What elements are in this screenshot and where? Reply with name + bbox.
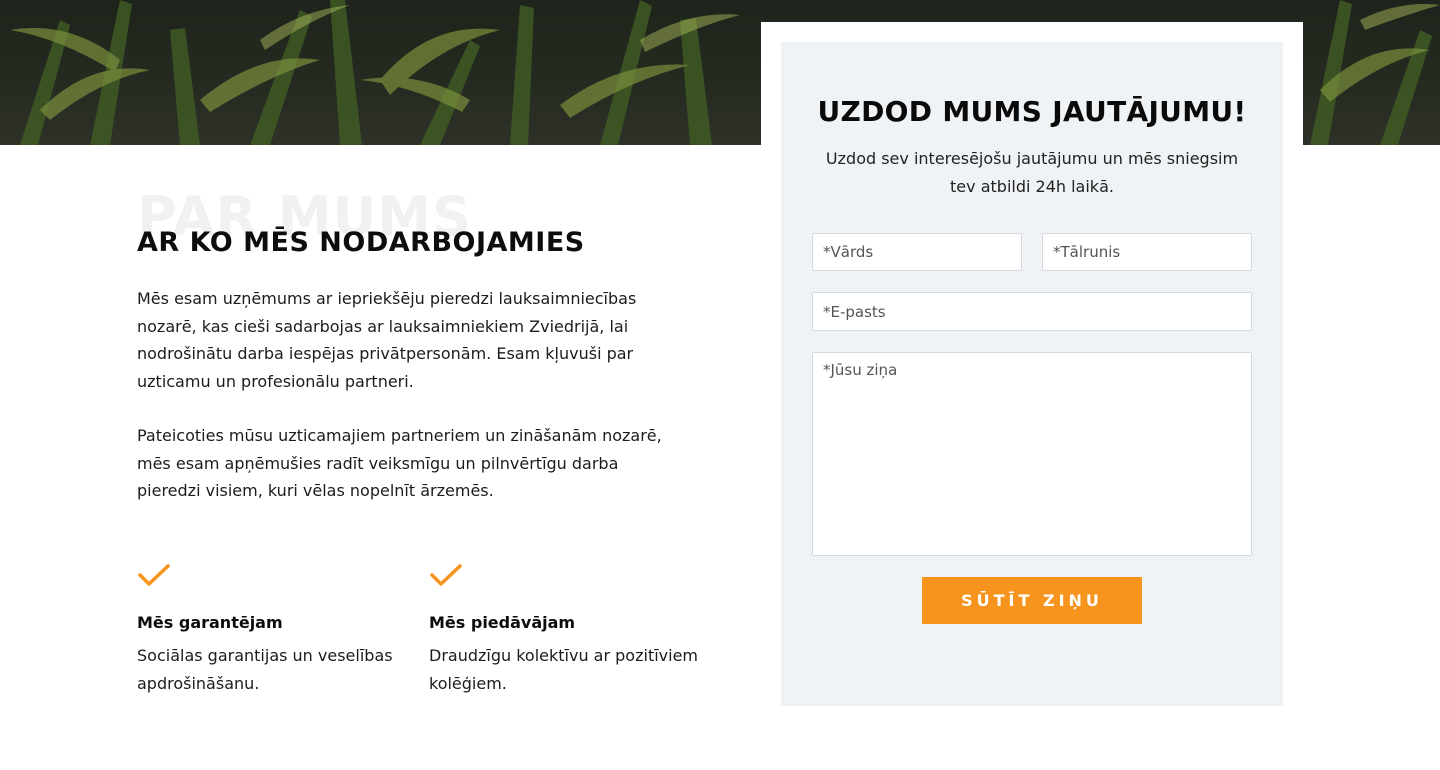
about-paragraph-1: Mēs esam uzņēmums ar iepriekšēju pieredz… [137,289,637,391]
feature-guarantee: Mēs garantējam Sociālas garantijas un ve… [137,562,407,698]
submit-button[interactable]: SŪTĪT ZIŅU [922,577,1142,624]
feature-title: Mēs piedāvājam [429,613,576,632]
about-paragraph-2: Pateicoties mūsu uzticamajiem partneriem… [137,426,662,500]
email-input[interactable] [812,292,1252,331]
check-icon [138,564,170,586]
feature-text: Sociālas garantijas un veselības apdroši… [137,646,393,693]
feature-offer: Mēs piedāvājam Draudzīgu kolektīvu ar po… [429,562,699,698]
phone-input[interactable] [1042,233,1252,271]
form-title: UZDOD MUMS JAUTĀJUMU! [817,95,1247,128]
check-icon [430,564,462,586]
form-subtitle: Uzdod sev interesējošu jautājumu un mēs … [825,149,1239,196]
feature-text: Draudzīgu kolektīvu ar pozitīviem kolēģi… [429,646,698,693]
feature-title: Mēs garantējam [137,613,283,632]
message-textarea[interactable] [812,352,1252,556]
name-input[interactable] [812,233,1022,271]
contact-form: UZDOD MUMS JAUTĀJUMU! Uzdod sev interesē… [781,42,1283,706]
section-heading: AR KO MĒS NODARBOJAMIES [137,227,585,258]
